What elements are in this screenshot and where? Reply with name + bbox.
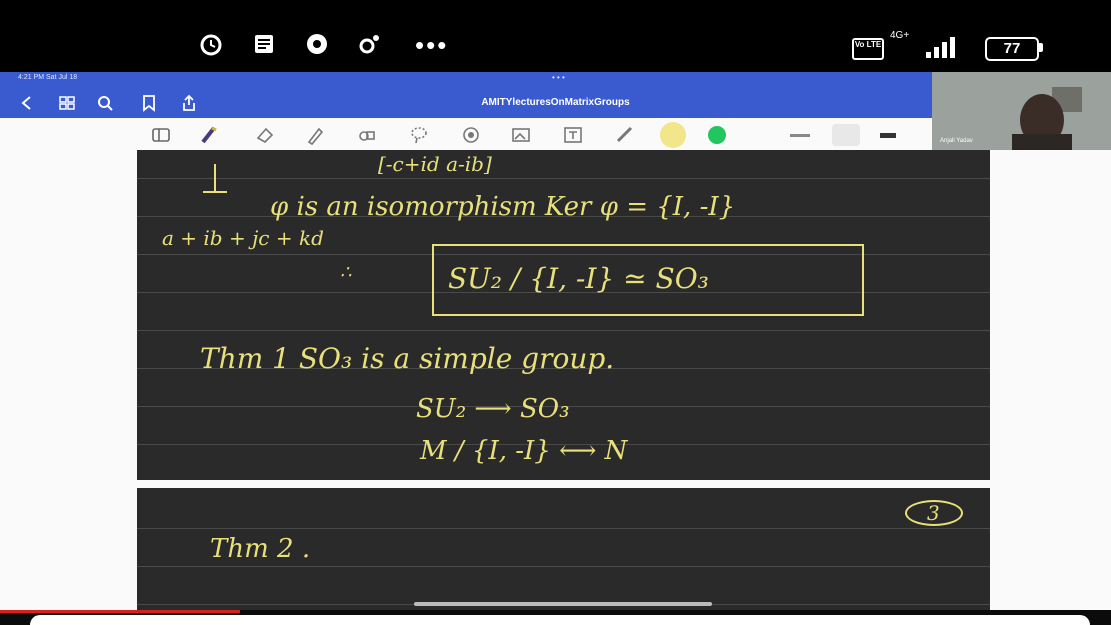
isomorphism-line: φ is an isomorphism Ker φ = {I, -I} [270, 192, 736, 222]
participant-name: Anjali Yadav [940, 138, 973, 144]
therefore-symbol: ∴ [340, 262, 352, 283]
home-indicator[interactable] [414, 602, 712, 606]
thin-stroke-option[interactable] [790, 134, 810, 137]
clock: 1:39 PM [60, 30, 161, 60]
page-rule [137, 178, 990, 179]
volte-badge: Vo LTE [852, 38, 884, 60]
alarm-icon [200, 34, 222, 56]
chrome-icon [307, 34, 327, 54]
pen-icon[interactable] [198, 124, 220, 146]
color-swatch-green[interactable] [708, 126, 726, 144]
correspondence-line: M / {I, -I} ⟷ N [420, 436, 628, 466]
battery-tip [1039, 43, 1043, 52]
thick-stroke-option[interactable] [880, 133, 896, 138]
settings-icon [359, 35, 379, 54]
image-icon[interactable] [510, 124, 532, 146]
quaternion-text: a + ib + jc + kd [162, 226, 324, 250]
theorem-2: Thm 2 . [210, 534, 311, 564]
map-line: SU₂ ⟶ SO₃ [416, 394, 570, 424]
bottom-sheet[interactable] [30, 615, 1090, 625]
photo-icon[interactable] [460, 124, 482, 146]
page-rule [137, 566, 990, 567]
eraser-icon[interactable] [254, 124, 276, 146]
signal-icon [926, 37, 955, 58]
app-multitask-dots[interactable]: • • • [552, 73, 565, 82]
video-progress[interactable] [0, 610, 240, 613]
text-icon[interactable] [562, 124, 584, 146]
ruler-icon[interactable] [614, 124, 636, 146]
boxed-result: SU₂ / {I, -I} ≃ SO₃ [448, 262, 709, 295]
network-type: 4G+ [890, 30, 910, 41]
page-rule [137, 528, 990, 529]
sidebar-icon[interactable] [150, 124, 172, 146]
page-rule [137, 330, 990, 331]
medium-stroke-option[interactable] [832, 124, 860, 146]
battery-indicator: 77 [985, 37, 1039, 61]
theorem-1: Thm 1 SO₃ is a simple group. [200, 342, 615, 375]
arrow-down-mark [203, 164, 227, 193]
highlighter-icon[interactable] [304, 124, 326, 146]
color-swatch-yellow[interactable] [660, 122, 686, 148]
matrix-row-text: [-c+id a-ib] [378, 152, 492, 176]
app-mini-status: 4:21 PM Sat Jul 18 [18, 74, 78, 81]
lasso-icon[interactable] [408, 124, 430, 146]
notes-icon [255, 35, 273, 53]
page-number: 3 [927, 501, 940, 525]
more-notifications: ••• [415, 30, 449, 60]
shapes-icon[interactable] [356, 124, 378, 146]
